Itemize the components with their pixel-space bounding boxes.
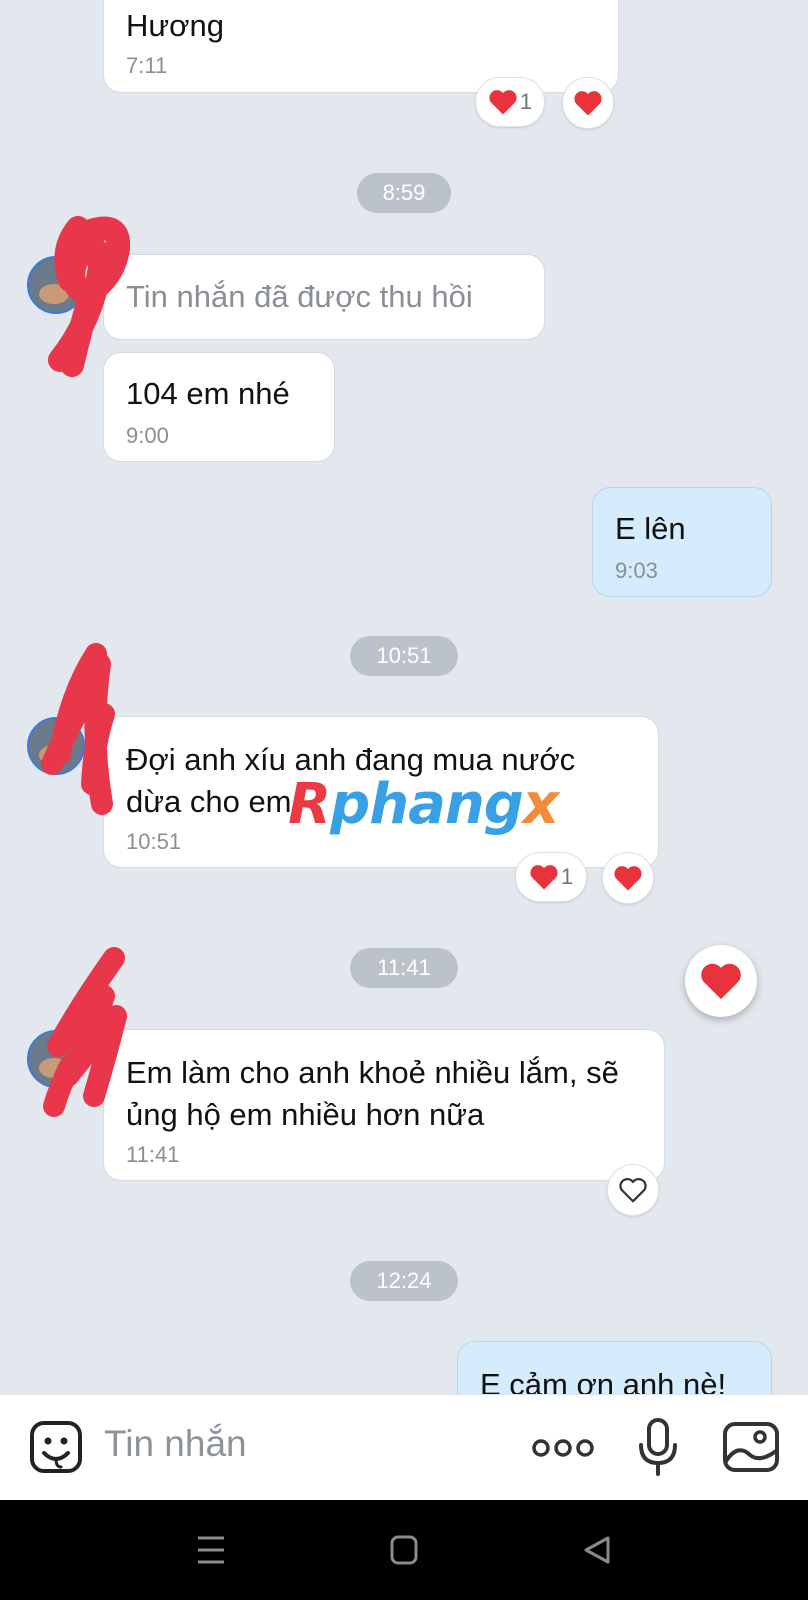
chat-area: Hương 7:11 1 8:59 Tin nhắn đã được thu h…	[0, 0, 808, 1394]
message-text: Em làm cho anh khoẻ nhiều lắm, sẽ ủng hộ…	[126, 1055, 619, 1132]
image-icon[interactable]	[722, 1421, 780, 1473]
heart-icon	[701, 963, 741, 1000]
message-bubble[interactable]: 104 em nhé 9:00	[103, 352, 335, 462]
time-divider: 12:24	[350, 1261, 458, 1301]
message-time: 7:11	[126, 53, 168, 78]
heart-icon	[530, 865, 558, 890]
heart-outline-icon	[619, 1177, 647, 1203]
message-bubble[interactable]: Hương 7:11	[103, 0, 619, 93]
message-text: E lên	[615, 511, 686, 546]
message-bubble[interactable]: Tin nhắn đã được thu hồi	[103, 254, 545, 340]
message-input-bar: Tin nhắn	[0, 1394, 808, 1500]
message-text: Hương	[126, 8, 224, 43]
message-time: 9:03	[615, 558, 658, 583]
reaction-summary[interactable]: 1	[515, 852, 587, 902]
avatar[interactable]	[27, 256, 85, 314]
heart-react-button[interactable]	[602, 852, 654, 904]
navigation-bar	[0, 1500, 808, 1600]
home-icon[interactable]	[389, 1534, 419, 1566]
heart-react-button[interactable]	[607, 1164, 659, 1216]
time-divider: 10:51	[350, 636, 458, 676]
microphone-icon[interactable]	[636, 1417, 680, 1477]
watermark: Rphangx	[288, 772, 559, 837]
emoji-icon[interactable]	[28, 1419, 84, 1475]
time-divider: 11:41	[350, 948, 458, 988]
heart-icon	[614, 866, 642, 891]
heart-react-button[interactable]	[562, 77, 614, 129]
message-time: 11:41	[126, 1142, 180, 1167]
message-bubble-outgoing[interactable]: E lên 9:03	[592, 487, 772, 597]
menu-icon[interactable]	[196, 1534, 226, 1566]
time-divider: 8:59	[357, 173, 451, 213]
reaction-count: 1	[560, 864, 574, 889]
more-icon[interactable]	[530, 1433, 596, 1463]
message-input[interactable]: Tin nhắn	[104, 1423, 247, 1465]
message-time: 9:00	[126, 423, 169, 448]
heart-icon	[489, 90, 517, 115]
message-text: Tin nhắn đã được thu hồi	[126, 279, 473, 314]
reaction-summary[interactable]: 1	[475, 77, 545, 127]
message-text: 104 em nhé	[126, 376, 290, 411]
reaction-count: 1	[519, 89, 533, 114]
message-bubble[interactable]: Em làm cho anh khoẻ nhiều lắm, sẽ ủng hộ…	[103, 1029, 665, 1181]
heart-reaction-button[interactable]	[685, 945, 757, 1017]
back-icon[interactable]	[582, 1534, 612, 1566]
avatar[interactable]	[27, 717, 85, 775]
message-text: E cảm ơn anh nè!	[480, 1367, 727, 1394]
message-bubble-outgoing[interactable]: E cảm ơn anh nè!	[457, 1341, 772, 1394]
avatar[interactable]	[27, 1030, 85, 1088]
heart-icon	[574, 91, 602, 116]
